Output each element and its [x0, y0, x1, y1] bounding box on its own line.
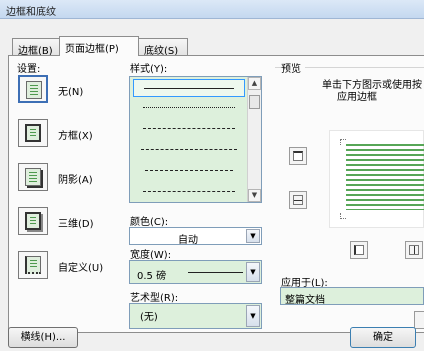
- apply-to-select[interactable]: 整篇文档: [280, 287, 424, 306]
- options-button[interactable]: [414, 311, 424, 329]
- top-border-button[interactable]: [289, 147, 307, 165]
- style-heading: 样式(Y):: [130, 64, 168, 75]
- preview-instruction-line2: 应用边框: [337, 92, 377, 103]
- color-label: 颜色(C):: [130, 217, 169, 228]
- settings-heading: 设置:: [17, 64, 41, 75]
- scroll-up-icon[interactable]: ▲: [248, 77, 261, 90]
- setting-3d-label: 三维(D): [58, 219, 94, 230]
- setting-shadow-icon: [25, 168, 41, 186]
- color-select[interactable]: 自动 ▼: [129, 227, 262, 246]
- vertical-inside-border-icon: [409, 245, 419, 255]
- title-bar: 边框和底纹: [0, 0, 424, 19]
- art-label: 艺术型(R):: [130, 293, 179, 304]
- preview-heading: 预览: [281, 60, 305, 75]
- scroll-down-icon[interactable]: ▼: [248, 189, 261, 202]
- setting-none-icon: [26, 81, 42, 99]
- vertical-border-button[interactable]: [405, 241, 423, 259]
- setting-none-button[interactable]: [18, 75, 48, 103]
- setting-box-icon: [25, 124, 41, 142]
- setting-shadow-label: 阴影(A): [58, 175, 93, 186]
- art-value: (无): [140, 312, 158, 323]
- style-list-scrollbar[interactable]: ▲ ▼: [247, 77, 261, 202]
- borders-shading-dialog: 边框(B) 页面边框(P) 底纹(S) 设置: 无(N) 方框(X) 阴影(A)…: [0, 19, 424, 351]
- horizontal-line-button[interactable]: 横线(H)...: [8, 327, 78, 348]
- width-select[interactable]: 0.5 磅 ▼: [129, 260, 262, 284]
- setting-custom-label: 自定义(U): [58, 263, 104, 274]
- apply-to-value: 整篇文档: [285, 295, 325, 306]
- ok-button[interactable]: 确定: [350, 327, 416, 348]
- setting-custom-button[interactable]: [18, 251, 48, 279]
- art-select[interactable]: (无) ▼: [129, 303, 262, 329]
- left-border-icon: [354, 245, 364, 255]
- width-label: 宽度(W):: [130, 250, 172, 261]
- style-list[interactable]: ▲ ▼: [129, 76, 262, 203]
- middle-border-button[interactable]: [289, 191, 307, 209]
- preview-canvas[interactable]: [329, 130, 424, 228]
- setting-shadow-button[interactable]: [18, 163, 48, 191]
- setting-3d-icon: [25, 212, 41, 230]
- setting-box-label: 方框(X): [58, 131, 93, 142]
- setting-custom-icon: [25, 256, 41, 274]
- chevron-down-icon[interactable]: ▼: [246, 229, 260, 243]
- style-item-dashed-large[interactable]: [133, 141, 245, 159]
- horizontal-inside-border-icon: [293, 195, 303, 205]
- top-border-icon: [293, 151, 303, 161]
- chevron-down-icon[interactable]: ▼: [246, 305, 260, 327]
- style-item-dashed-small[interactable]: [133, 120, 245, 138]
- setting-3d-button[interactable]: [18, 207, 48, 235]
- scroll-thumb[interactable]: [249, 95, 260, 109]
- width-value: 0.5 磅: [137, 271, 167, 282]
- style-item-dash-dot-dot[interactable]: [133, 183, 245, 201]
- setting-none-label: 无(N): [58, 87, 84, 98]
- left-border-button[interactable]: [350, 241, 368, 259]
- style-item-dotted[interactable]: [133, 99, 245, 117]
- preview-text-lines: [346, 144, 424, 210]
- width-line-sample: [188, 272, 243, 273]
- style-item-solid[interactable]: [133, 79, 245, 97]
- chevron-down-icon[interactable]: ▼: [246, 262, 260, 282]
- corner-mark-icon: [340, 213, 346, 219]
- color-value: 自动: [178, 235, 198, 246]
- style-item-dash-dot[interactable]: [133, 162, 245, 180]
- setting-box-button[interactable]: [18, 119, 48, 147]
- window-title: 边框和底纹: [6, 7, 56, 18]
